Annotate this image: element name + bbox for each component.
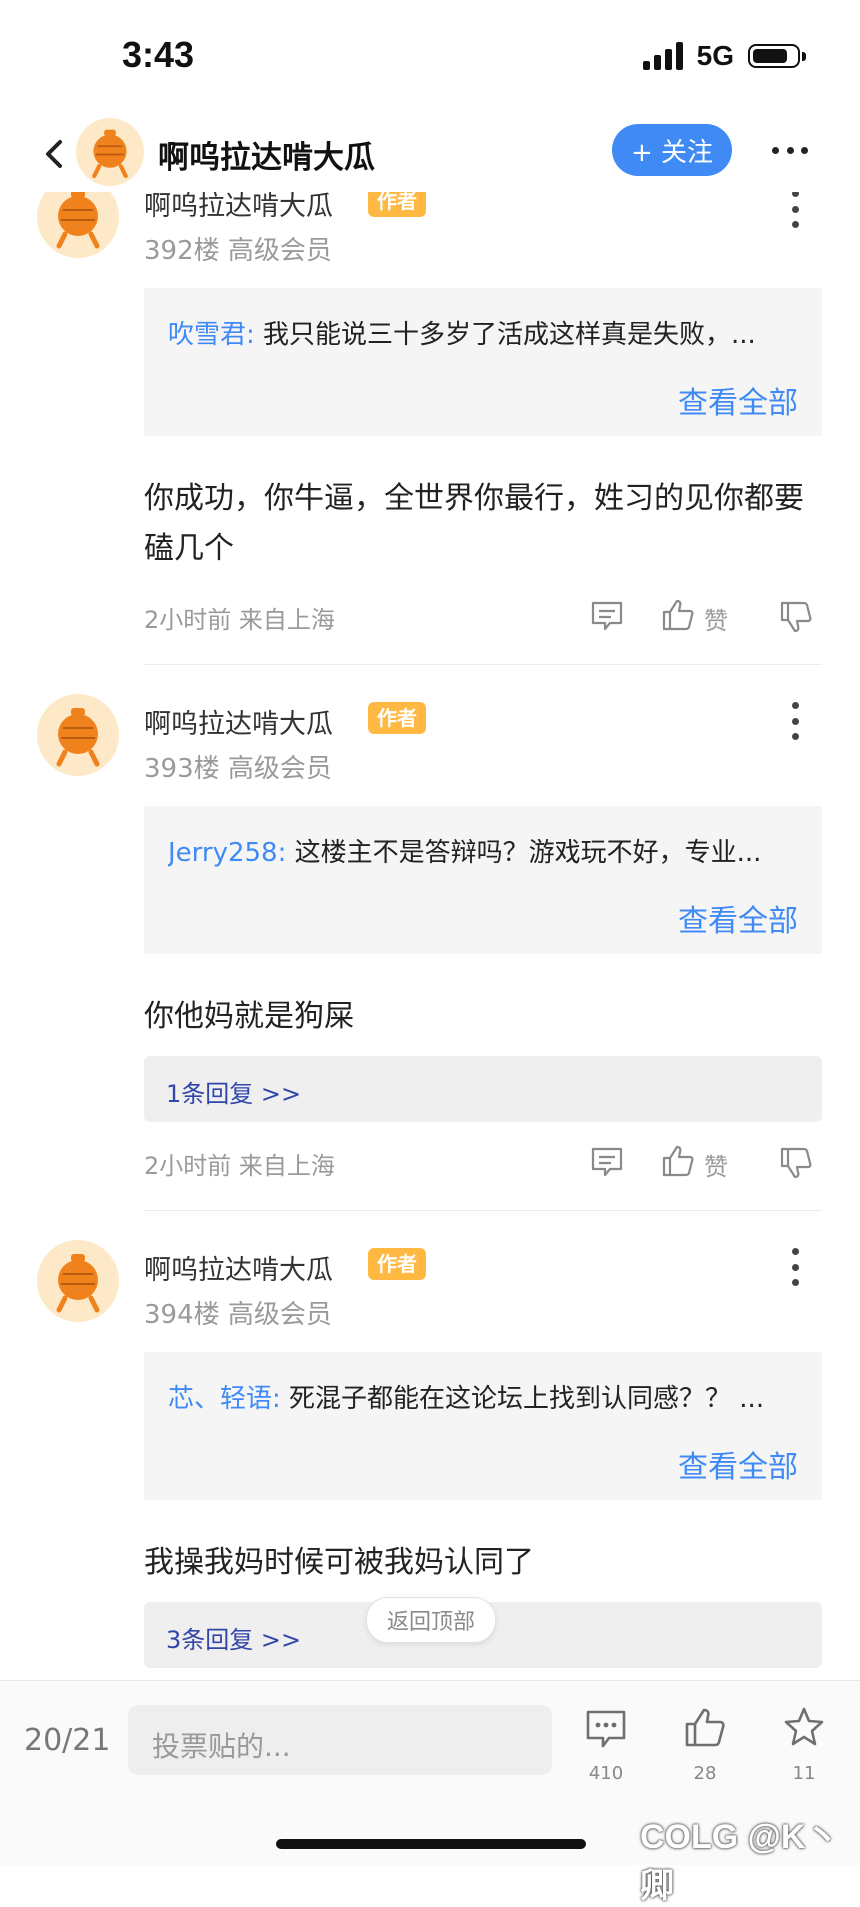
- status-time: 3:43: [122, 34, 195, 75]
- post-floor: 394楼 高级会员: [144, 1300, 332, 1330]
- quote-text: 这楼主不是答辩吗？游戏玩不好，专业...: [286, 838, 762, 868]
- like-icon[interactable]: [660, 1143, 696, 1179]
- post-meta: 2小时前 来自上海: [144, 606, 335, 634]
- like-label[interactable]: 赞: [704, 1147, 728, 1182]
- battery-icon: [748, 44, 806, 68]
- home-indicator[interactable]: [276, 1839, 586, 1849]
- post-avatar[interactable]: [37, 1240, 119, 1322]
- comments-icon[interactable]: [584, 1707, 628, 1751]
- post-content: 我操我妈时候可被我妈认同了: [144, 1545, 534, 1580]
- reply-input[interactable]: 投票贴的...: [128, 1705, 552, 1775]
- view-all-link[interactable]: 查看全部: [678, 896, 798, 940]
- quote-line: 芯、轻语: 死混子都能在这论坛上找到认同感？？ ...: [168, 1378, 808, 1415]
- post-username[interactable]: 啊呜拉达啃大瓜: [144, 702, 333, 741]
- view-all-link[interactable]: 查看全部: [678, 1442, 798, 1486]
- replies-link[interactable]: 1条回复 >>: [144, 1056, 822, 1122]
- header-avatar[interactable]: [76, 118, 144, 186]
- back-to-top-button[interactable]: 返回顶部: [366, 1597, 496, 1643]
- quote-username[interactable]: Jerry258:: [168, 838, 286, 868]
- likes-count: 28: [693, 1763, 717, 1784]
- more-options-icon[interactable]: [772, 140, 808, 160]
- back-icon[interactable]: [38, 136, 74, 172]
- post-divider: [144, 664, 822, 665]
- thumb-up-icon[interactable]: [683, 1705, 727, 1749]
- author-badge: 作者: [368, 1248, 426, 1280]
- signal-icon: [642, 42, 683, 70]
- post-more-icon[interactable]: [790, 190, 800, 228]
- like-icon[interactable]: [660, 597, 696, 633]
- dislike-icon[interactable]: [778, 1145, 814, 1181]
- star-icon[interactable]: [782, 1705, 826, 1749]
- comments-count: 410: [588, 1763, 624, 1784]
- post-floor: 392楼 高级会员: [144, 236, 332, 266]
- quote-text: 我只能说三十多岁了活成这样真是失败，...: [254, 320, 756, 350]
- reply-input-placeholder: 投票贴的...: [152, 1730, 291, 1763]
- quoted-comment[interactable]: Jerry258: 这楼主不是答辩吗？游戏玩不好，专业... 查看全部: [144, 806, 822, 954]
- post-avatar[interactable]: [37, 694, 119, 776]
- like-label[interactable]: 赞: [704, 601, 728, 636]
- network-type: 5G: [696, 40, 734, 71]
- quoted-comment[interactable]: 吹雪君: 我只能说三十多岁了活成这样真是失败，... 查看全部: [144, 288, 822, 436]
- watermark: COLG @K丶卿: [640, 1818, 840, 1905]
- quote-text: 死混子都能在这论坛上找到认同感？？ ...: [280, 1384, 765, 1414]
- quote-line: Jerry258: 这楼主不是答辩吗？游戏玩不好，专业...: [168, 832, 808, 869]
- quote-line: 吹雪君: 我只能说三十多岁了活成这样真是失败，...: [168, 314, 808, 351]
- top-nav-bar: 啊呜拉达啃大瓜 + 关注: [0, 112, 860, 192]
- quote-username[interactable]: 吹雪君:: [168, 320, 255, 350]
- post-divider: [144, 1210, 822, 1211]
- bottom-action-bar: 20/21 投票贴的... 410 28 11 COLG @K丶卿: [0, 1680, 860, 1905]
- status-indicators: 5G: [642, 40, 806, 72]
- comment-icon[interactable]: [590, 1145, 624, 1179]
- post-more-icon[interactable]: [790, 1248, 800, 1286]
- post-floor: 393楼 高级会员: [144, 754, 332, 784]
- author-badge: 作者: [368, 702, 426, 734]
- header-title: 啊呜拉达啃大瓜: [158, 140, 375, 176]
- view-all-link[interactable]: 查看全部: [678, 378, 798, 422]
- quote-username[interactable]: 芯、轻语:: [168, 1384, 281, 1414]
- page-indicator[interactable]: 20/21: [24, 1723, 110, 1758]
- dislike-icon[interactable]: [778, 599, 814, 635]
- quoted-comment[interactable]: 芯、轻语: 死混子都能在这论坛上找到认同感？？ ... 查看全部: [144, 1352, 822, 1500]
- post-more-icon[interactable]: [790, 702, 800, 740]
- follow-button[interactable]: + 关注: [612, 124, 732, 176]
- post-content: 你他妈就是狗屎: [144, 999, 354, 1034]
- post-username[interactable]: 啊呜拉达啃大瓜: [144, 1248, 333, 1287]
- post-content: 你成功，你牛逼，全世界你最行，姓习的见你都要磕几个: [144, 481, 804, 566]
- comment-icon[interactable]: [590, 599, 624, 633]
- post-meta: 2小时前 来自上海: [144, 1152, 335, 1180]
- favorites-count: 11: [792, 1763, 816, 1784]
- replies-label: 3条回复 >>: [166, 1626, 302, 1654]
- replies-label: 1条回复 >>: [166, 1080, 302, 1108]
